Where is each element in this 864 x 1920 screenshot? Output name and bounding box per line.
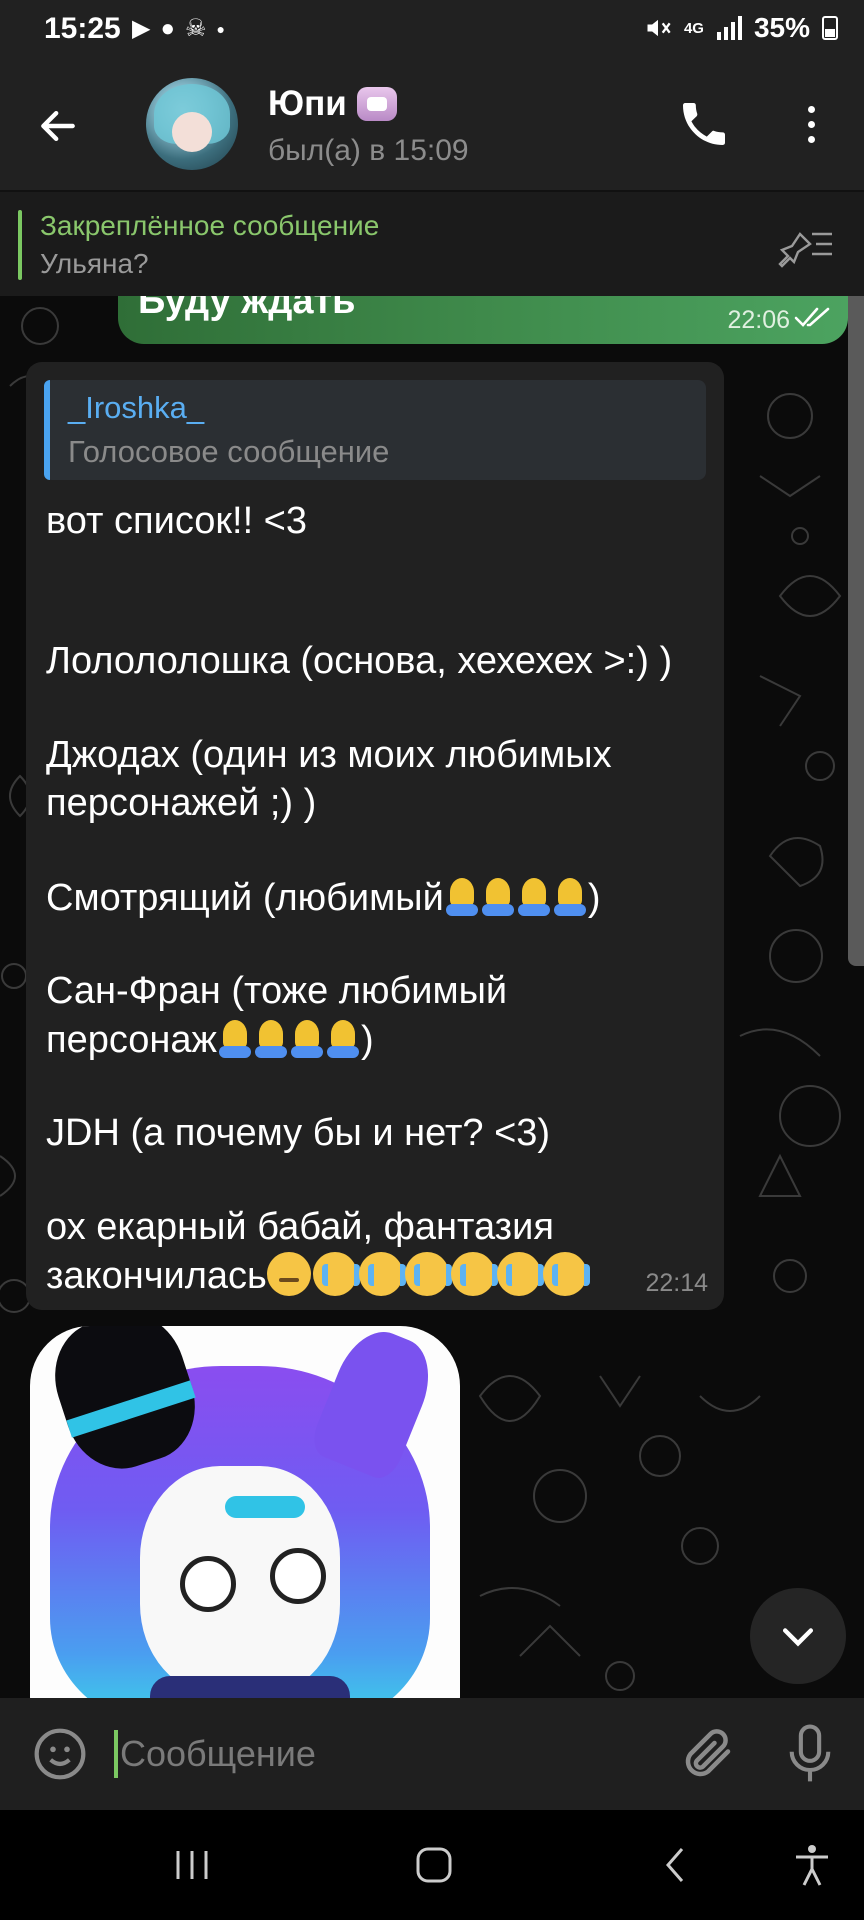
home-icon <box>416 1847 452 1883</box>
last-seen-status: был(а) в 15:09 <box>268 134 469 167</box>
pray-icon <box>480 876 516 916</box>
chat-header: Юпи был(а) в 15:09 <box>0 62 864 190</box>
home-button[interactable] <box>404 1840 464 1890</box>
message-line: Лолололошка (основа, хехехех >:) ) <box>46 640 673 682</box>
pinned-title: Закреплённое сообщение <box>40 210 380 241</box>
pin-list-icon <box>778 232 832 268</box>
message-input[interactable] <box>120 1724 660 1784</box>
pensive-face-icon <box>266 1252 311 1296</box>
reply-indicator <box>44 380 50 480</box>
reply-preview[interactable]: _Iroshka_ Голосовое сообщение <box>44 380 706 480</box>
crying-face-icon <box>542 1252 590 1296</box>
status-time: 15:25 <box>44 12 121 45</box>
message-line: закончилась <box>46 1252 590 1298</box>
pray-icon <box>253 1018 289 1058</box>
chat-title[interactable]: Юпи <box>268 84 397 124</box>
emoji-status-icon[interactable] <box>356 87 397 121</box>
accessibility-icon <box>796 1845 828 1886</box>
message-line: Сан-Фран (тоже любимый <box>46 970 508 1012</box>
outgoing-message[interactable]: Буду ждать 22:06 <box>118 296 848 344</box>
crying-face-icon <box>404 1252 452 1296</box>
back-nav-button[interactable] <box>646 1840 706 1890</box>
status-right: 4G 35% <box>644 12 838 44</box>
chat-messages-area[interactable]: Буду ждать 22:06 _Iroshka_ Голосовое соо… <box>0 296 864 1698</box>
microphone-button[interactable] <box>782 1722 838 1786</box>
scroll-down-button[interactable] <box>750 1588 846 1684</box>
chat-name-text: Юпи <box>268 84 347 123</box>
recents-icon <box>176 1851 208 1879</box>
crying-face-icon <box>312 1252 360 1296</box>
read-check-icon <box>794 307 830 327</box>
battery-percent: 35% <box>753 12 810 43</box>
phone-icon <box>683 103 725 145</box>
crying-face-icon <box>358 1252 406 1296</box>
message-input-bar <box>0 1698 864 1810</box>
pray-icon <box>325 1018 361 1058</box>
pray-icon <box>552 876 588 916</box>
signal-icon <box>716 16 742 40</box>
battery-icon <box>822 16 838 40</box>
status-bar: 15:25 ▶ ● ☠ ● 4G 35% <box>0 0 864 62</box>
network-type: 4G <box>683 19 704 37</box>
pray-icon <box>516 876 552 916</box>
notification-icons: ▶ ● ☠ ● <box>132 14 225 43</box>
arrow-left-icon <box>41 110 75 142</box>
incoming-message-time: 22:14 <box>645 1269 708 1297</box>
incoming-message[interactable]: _Iroshka_ Голосовое сообщение вот список… <box>26 362 724 1310</box>
call-button[interactable] <box>676 96 732 152</box>
mute-icon <box>647 19 671 37</box>
system-navigation-bar <box>0 1810 864 1920</box>
snapchat-icon: ● <box>160 14 175 42</box>
chevron-down-icon <box>782 1628 814 1647</box>
chevron-left-icon <box>666 1848 684 1882</box>
skull-icon: ☠ <box>184 15 207 42</box>
sticker-message[interactable] <box>30 1326 460 1698</box>
pinned-list-button[interactable] <box>776 220 836 268</box>
microphone-icon <box>789 1724 831 1782</box>
paperclip-icon <box>685 1729 731 1777</box>
video-icon: ▶ <box>132 15 151 42</box>
emoji-button[interactable] <box>32 1726 88 1782</box>
crying-face-icon <box>450 1252 498 1296</box>
crying-face-icon <box>496 1252 544 1296</box>
more-menu-button[interactable] <box>786 96 836 152</box>
message-line: Смотрящий (любимый) <box>46 876 601 919</box>
message-line: JDH (а почему бы и нет? <3) <box>46 1112 551 1154</box>
message-line: ох екарный бабай, фантазия <box>46 1206 554 1248</box>
smile-icon <box>34 1728 86 1780</box>
pinned-indicator <box>18 210 22 280</box>
message-line: Джодах (один из моих любимых <box>46 734 612 776</box>
pray-icon <box>217 1018 253 1058</box>
back-button[interactable] <box>30 98 86 154</box>
avatar[interactable] <box>146 78 238 170</box>
outgoing-message-text: Буду ждать <box>138 296 356 322</box>
attach-button[interactable] <box>678 1724 738 1784</box>
pinned-text: Ульяна? <box>40 248 149 279</box>
recent-apps-button[interactable] <box>162 1840 222 1890</box>
message-line: вот список!! <3 <box>46 500 308 542</box>
accessibility-button[interactable] <box>782 1840 842 1890</box>
dot-icon: ● <box>216 20 225 37</box>
pray-icon <box>444 876 480 916</box>
outgoing-message-time: 22:06 <box>727 306 790 334</box>
message-line: персонажей ;) ) <box>46 782 317 824</box>
scrollbar[interactable] <box>848 296 864 966</box>
pinned-message-bar[interactable]: Закреплённое сообщение Ульяна? <box>0 190 864 296</box>
text-caret <box>114 1730 118 1778</box>
reply-text: Голосовое сообщение <box>68 434 390 469</box>
pray-icon <box>289 1018 325 1058</box>
message-line: персонаж) <box>46 1018 374 1061</box>
reply-author: _Iroshka_ <box>68 390 205 425</box>
